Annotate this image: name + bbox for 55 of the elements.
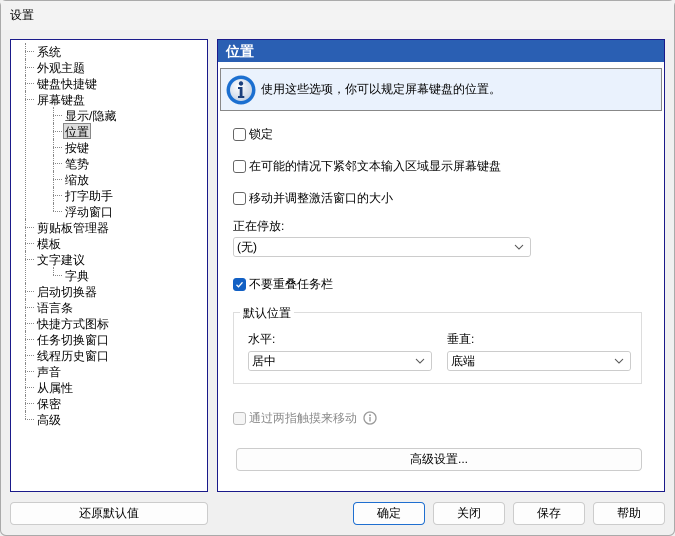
- tree-item[interactable]: 外观主题: [35, 59, 87, 75]
- checkbox[interactable]: [233, 128, 246, 140]
- field-label: 正在停放:: [233, 218, 286, 235]
- checkbox-label: 不要重叠任务栏: [249, 276, 333, 292]
- tree-item[interactable]: 线程历史窗口: [35, 347, 111, 363]
- info-text: 使用这些选项，你可以规定屏幕键盘的位置。: [261, 81, 501, 98]
- dialog-button[interactable]: 保存: [513, 502, 585, 525]
- info-icon: [225, 74, 257, 106]
- dropdown[interactable]: (无): [233, 237, 531, 257]
- tree-item[interactable]: 打字助手: [63, 187, 115, 203]
- checkbox[interactable]: [233, 192, 246, 204]
- dialog-button[interactable]: 帮助: [593, 502, 665, 525]
- chevron-icon: [614, 358, 624, 364]
- checkbox[interactable]: [233, 278, 246, 290]
- checkbox[interactable]: [233, 160, 246, 172]
- tree-item[interactable]: 剪贴板管理器: [35, 219, 111, 235]
- tree-item[interactable]: 高级: [35, 411, 63, 427]
- panel-header: 位置: [218, 40, 664, 62]
- checkbox-label: 在可能的情况下紧邻文本输入区域显示屏幕键盘: [249, 158, 501, 174]
- dialog-button[interactable]: 确定: [353, 502, 425, 525]
- dialog-button[interactable]: 关闭: [433, 502, 505, 525]
- advanced-settings-button[interactable]: 高级设置...: [236, 448, 642, 471]
- tree-item[interactable]: 系统: [35, 43, 63, 59]
- tree-item[interactable]: 显示/隐藏: [63, 107, 118, 123]
- chevron-icon: [514, 244, 524, 250]
- tree-item[interactable]: 屏幕键盘: [35, 91, 87, 107]
- checkbox-label: 锁定: [249, 126, 273, 142]
- field-label: 水平:: [248, 331, 276, 348]
- tree-item[interactable]: 笔势: [63, 155, 91, 171]
- checkbox-label: 移动并调整激活窗口的大小: [249, 190, 393, 206]
- restore-defaults-button[interactable]: 还原默认值: [10, 502, 208, 525]
- window-title: 设置: [10, 7, 34, 24]
- tree-item[interactable]: 语言条: [35, 299, 75, 315]
- tree-item[interactable]: 浮动窗口: [63, 203, 115, 219]
- dropdown[interactable]: 底端: [447, 351, 631, 371]
- checkmark-icon: [235, 280, 244, 288]
- tree-item[interactable]: 按键: [63, 139, 91, 155]
- checkbox-label: 通过两指触摸来移动: [249, 410, 357, 426]
- chevron-icon: [415, 358, 425, 364]
- tree-item[interactable]: 任务切换窗口: [35, 331, 111, 347]
- tree-item[interactable]: 文字建议: [35, 251, 87, 267]
- tree-item[interactable]: 键盘快捷键: [35, 75, 99, 91]
- group-title: 默认位置: [240, 305, 294, 322]
- tree-item[interactable]: 声音: [35, 363, 63, 379]
- tree-item[interactable]: 模板: [35, 235, 63, 251]
- info-icon: [363, 411, 377, 425]
- tree-item[interactable]: 从属性: [35, 379, 75, 395]
- tree-item[interactable]: 启动切换器: [35, 283, 99, 299]
- field-label: 垂直:: [447, 331, 476, 348]
- tree-item[interactable]: 字典: [63, 267, 91, 283]
- tree-item[interactable]: 快捷方式图标: [35, 315, 111, 331]
- tree-item[interactable]: 保密: [35, 395, 63, 411]
- dropdown[interactable]: 居中: [248, 351, 432, 371]
- tree-item[interactable]: 缩放: [63, 171, 91, 187]
- tree-item[interactable]: 位置: [63, 123, 91, 139]
